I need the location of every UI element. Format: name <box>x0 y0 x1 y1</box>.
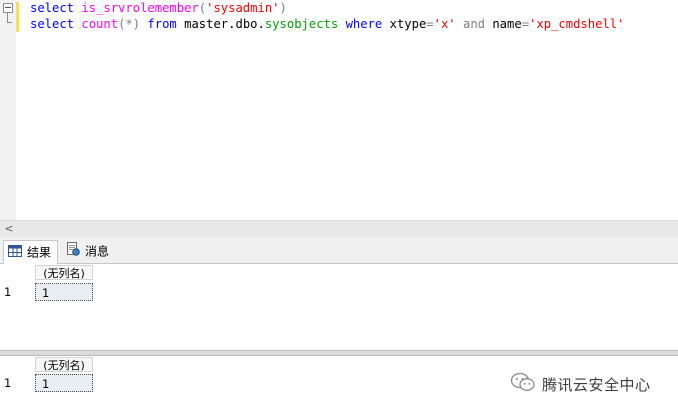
code-line-2[interactable]: select count(*) from master.dbo.sysobjec… <box>30 16 624 32</box>
keyword-and: and <box>462 17 485 31</box>
string-literal: 'sysadmin' <box>206 1 280 15</box>
editor-gutter <box>0 0 16 220</box>
function-name: count <box>81 17 119 31</box>
function-name: is_srvrolemember <box>81 1 199 15</box>
string-literal: 'x' <box>433 17 456 31</box>
string-literal: 'xp_cmdshell' <box>529 17 625 31</box>
object-prefix: master.dbo. <box>184 17 265 31</box>
query-editor[interactable]: select is_srvrolemember('sysadmin') sele… <box>0 0 678 220</box>
results-tabbar: 结果 消息 <box>0 237 678 264</box>
fold-guide-end <box>7 22 12 23</box>
keyword-select: select <box>30 1 75 15</box>
star-arg: (*) <box>118 17 141 31</box>
message-icon <box>66 241 80 263</box>
grid-cell[interactable]: 1 <box>35 283 93 301</box>
result-grid-1[interactable]: (无列名) 1 1 <box>0 264 678 350</box>
change-indicator <box>16 2 19 32</box>
horizontal-scrollbar[interactable]: < <box>0 220 678 237</box>
watermark: 腾讯云安全中心 <box>510 372 651 394</box>
row-number[interactable]: 1 <box>4 283 32 301</box>
tab-results[interactable]: 结果 <box>3 240 59 264</box>
object-name: sysobjects <box>264 17 339 31</box>
column-xtype: xtype <box>389 17 427 31</box>
column-header[interactable]: (无列名) <box>35 265 93 280</box>
wechat-logo-icon <box>510 372 536 398</box>
scroll-left-icon[interactable]: < <box>3 222 15 236</box>
code-line-1[interactable]: select is_srvrolemember('sysadmin') <box>30 0 287 16</box>
watermark-text: 腾讯云安全中心 <box>542 376 651 394</box>
keyword-select: select <box>30 17 75 31</box>
grid-cell[interactable]: 1 <box>35 374 93 392</box>
equals-op: = <box>521 17 530 31</box>
equals-op: = <box>426 17 434 31</box>
row-number[interactable]: 1 <box>4 374 32 392</box>
paren-close: ) <box>279 1 287 15</box>
tab-messages[interactable]: 消息 <box>62 240 115 262</box>
column-name: name <box>492 17 522 31</box>
keyword-where: where <box>345 17 383 31</box>
keyword-from: from <box>147 17 177 31</box>
column-header[interactable]: (无列名) <box>35 357 93 372</box>
collapse-icon[interactable] <box>3 3 13 13</box>
tab-messages-label: 消息 <box>85 244 110 259</box>
grid-icon <box>8 242 22 264</box>
tab-results-label: 结果 <box>27 245 52 260</box>
